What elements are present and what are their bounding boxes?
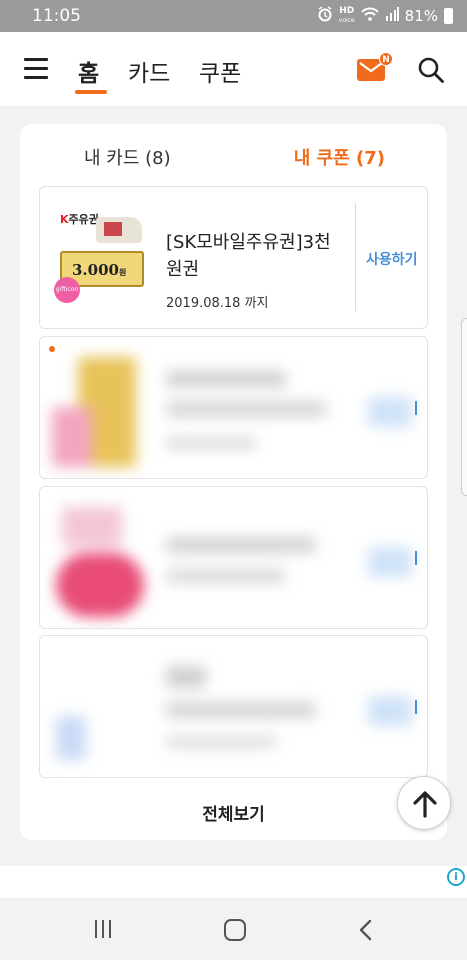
blur-edge xyxy=(415,700,417,714)
blurred-content xyxy=(52,646,414,770)
top-nav: 홈 카드 쿠폰 N xyxy=(0,32,467,106)
blurred-text xyxy=(166,702,316,718)
blurred-text xyxy=(166,666,206,688)
recent-apps-icon[interactable] xyxy=(93,920,115,940)
blurred-text xyxy=(166,371,286,387)
tab-home[interactable]: 홈 xyxy=(78,54,99,88)
blurred-button xyxy=(368,397,412,427)
blurred-thumbnail xyxy=(56,553,144,617)
thumbnail-brand-name: 주유권 xyxy=(68,213,99,226)
signal-icon xyxy=(385,7,399,24)
new-badge: N xyxy=(379,52,393,66)
hamburger-menu-icon[interactable] xyxy=(24,58,48,80)
blurred-thumbnail-accent xyxy=(52,407,92,467)
system-nav-bar xyxy=(0,898,467,960)
blurred-thumbnail-accent xyxy=(62,507,122,547)
hd-label: HD xyxy=(339,5,355,16)
battery-percent: 81% xyxy=(404,6,438,25)
search-icon[interactable] xyxy=(417,56,445,84)
blurred-text xyxy=(166,437,256,449)
tab-my-coupons[interactable]: 내 쿠폰 (7) xyxy=(294,144,385,170)
blurred-thumbnail xyxy=(56,716,86,760)
coupon-item-blurred[interactable] xyxy=(39,486,428,629)
view-all-link[interactable]: 전체보기 xyxy=(20,800,447,825)
thumbnail-amount: 3.000원 xyxy=(72,261,126,279)
coupon-expiry: 2019.08.18 까지 xyxy=(166,296,269,311)
status-icons: HD voice 81% xyxy=(317,6,453,25)
coupon-item[interactable]: K주유권 3.000원 gifticon [SK모바일주유권]3천원권 2019… xyxy=(39,186,428,329)
arrow-up-icon xyxy=(413,791,437,818)
status-time: 11:05 xyxy=(32,6,81,26)
blurred-content xyxy=(52,347,414,471)
blur-edge xyxy=(415,551,417,565)
active-tab-indicator xyxy=(75,90,107,94)
back-icon[interactable] xyxy=(356,918,376,942)
coupon-item-blurred[interactable] xyxy=(39,336,428,479)
coupon-name: [SK모바일주유권]3천원권 xyxy=(166,232,331,280)
blurred-button xyxy=(368,547,412,577)
voice-label: voice xyxy=(338,16,355,24)
wifi-icon xyxy=(360,7,379,24)
thumbnail-amount-unit: 원 xyxy=(118,267,127,277)
ad-info-icon[interactable]: i xyxy=(447,868,465,886)
ad-banner[interactable]: i xyxy=(0,866,467,898)
alarm-icon xyxy=(317,6,333,25)
use-coupon-button[interactable]: 사용하기 xyxy=(366,249,418,269)
status-bar: 11:05 HD voice 81% xyxy=(0,0,467,32)
blur-edge xyxy=(415,401,417,415)
tab-my-cards[interactable]: 내 카드 (8) xyxy=(84,144,171,170)
thumbnail-amount-value: 3.000 xyxy=(72,261,119,279)
house-illustration xyxy=(96,217,142,243)
wallet-panel: 내 카드 (8) 내 쿠폰 (7) K주유권 3.000원 gifticon [… xyxy=(20,124,447,840)
blurred-text xyxy=(166,569,286,583)
thumbnail-brand-k: K xyxy=(60,213,69,226)
gifticon-logo: gifticon xyxy=(54,277,80,303)
coupon-item-blurred[interactable] xyxy=(39,635,428,778)
tab-card[interactable]: 카드 xyxy=(128,54,170,88)
edge-panel-handle[interactable] xyxy=(461,318,467,496)
blurred-text xyxy=(166,736,276,748)
coupon-thumbnail: K주유권 3.000원 gifticon xyxy=(54,209,148,303)
blurred-content xyxy=(52,497,414,621)
blurred-text xyxy=(166,401,326,417)
scroll-to-top-button[interactable] xyxy=(397,776,451,830)
tab-coupon[interactable]: 쿠폰 xyxy=(199,54,241,88)
blurred-button xyxy=(368,696,412,726)
battery-icon xyxy=(444,7,453,24)
home-icon[interactable] xyxy=(224,919,246,941)
blurred-text xyxy=(166,537,316,553)
divider xyxy=(355,203,356,311)
thumbnail-brand: K주유권 xyxy=(60,211,99,227)
hd-voice-icon: HD voice xyxy=(338,5,355,25)
